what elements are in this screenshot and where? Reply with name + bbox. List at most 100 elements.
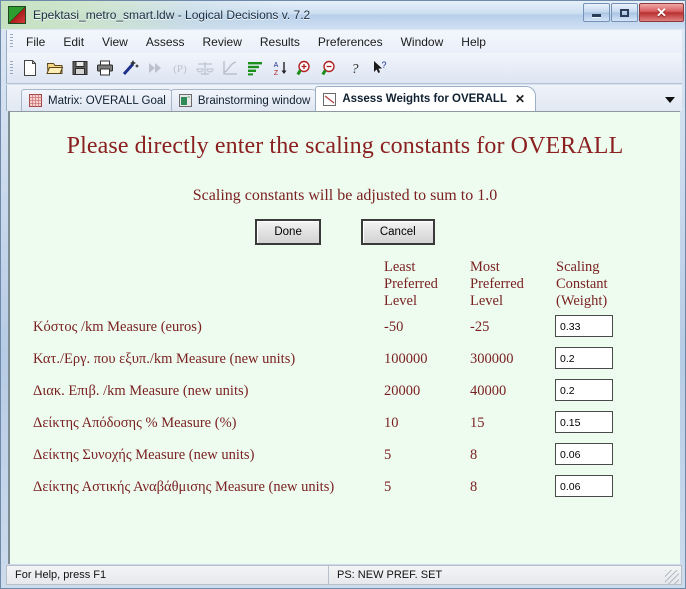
minimize-button[interactable] [583,3,610,22]
probability-p-icon: (P) [167,56,192,81]
column-header-most-preferred-level: Most Preferred Level [470,259,524,309]
svg-text:A: A [273,62,278,69]
save-disk-icon[interactable] [67,56,92,81]
menu-item-results[interactable]: Results [251,32,309,52]
magic-wand-icon[interactable] [117,56,142,81]
close-button[interactable]: ✕ [639,3,684,22]
menu-item-window[interactable]: Window [392,32,453,52]
svg-text:?: ? [381,60,386,70]
most-preferred-value: 40000 [470,383,507,399]
maximize-icon [620,8,629,17]
menu-item-review[interactable]: Review [194,32,251,52]
least-preferred-value: -50 [384,319,404,335]
measure-label: Δείκτης Απόδοσης % Measure (%) [33,415,237,431]
table-row: Δείκτης Απόδοσης % Measure (%) 10 15 [10,411,680,443]
app-logo-icon [8,6,26,24]
menu-item-view[interactable]: View [93,32,137,52]
table-row: Δείκτης Συνοχής Measure (new units) 5 8 [10,443,680,475]
table-header-row: Least Preferred Level Most Preferred Lev… [10,259,680,315]
menu-bar: File Edit View Assess Review Results Pre… [6,30,682,53]
done-button[interactable]: Done [255,219,321,245]
menu-item-preferences[interactable]: Preferences [309,32,392,52]
scaling-constant-input[interactable] [555,315,613,337]
application-window: Epektasi_metro_smart.ldw - Logical Decis… [0,0,686,589]
window-controls: ✕ [582,3,684,22]
table-row: Κατ./Εργ. που εξυπ./km Measure (new unit… [10,347,680,379]
red-line-chart-icon [323,92,337,106]
status-pref-set: PS: NEW PREF. SET [337,569,443,581]
menu-grip-handle[interactable] [10,34,13,49]
least-preferred-value: 5 [384,479,392,495]
zoom-out-icon[interactable] [317,56,342,81]
balance-scales-icon [192,56,217,81]
column-header-least-preferred-level: Least Preferred Level [384,259,438,309]
measure-label: Διακ. Επιβ. /km Measure (new units) [33,383,249,399]
page-subtitle: Scaling constants will be adjusted to su… [192,187,498,204]
menu-item-edit[interactable]: Edit [54,32,93,52]
table-row: Διακ. Επιβ. /km Measure (new units) 2000… [10,379,680,411]
resize-grip-icon[interactable] [665,570,679,584]
tab-close-icon[interactable]: ✕ [515,93,525,105]
tab-brainstorming-window[interactable]: Brainstorming window [170,89,322,111]
cancel-button[interactable]: Cancel [360,219,435,245]
assess-weights-panel: Please directly enter the scaling consta… [8,111,680,564]
status-bar: For Help, press F1 PS: NEW PREF. SET [6,565,682,585]
help-pointer-icon[interactable]: ? [367,56,392,81]
menu-item-assess[interactable]: Assess [137,32,194,52]
table-row: Δείκτης Αστικής Αναβάθμισης Measure (new… [10,475,680,507]
sort-az-icon[interactable]: A Z [267,56,292,81]
measure-label: Δείκτης Αστικής Αναβάθμισης Measure (new… [33,479,335,495]
most-preferred-value: -25 [470,319,490,335]
help-question-icon[interactable]: ? [342,56,367,81]
measure-label: Κατ./Εργ. που εξυπ./km Measure (new unit… [33,351,296,367]
scaling-constant-input[interactable] [555,443,613,465]
svg-text:?: ? [351,62,358,77]
title-bar: Epektasi_metro_smart.ldw - Logical Decis… [1,1,685,29]
scaling-constant-input[interactable] [555,475,613,497]
least-preferred-value: 5 [384,447,392,463]
toolbar: (P) A Z ? ? [6,53,682,84]
bar-chart-icon[interactable] [242,56,267,81]
new-document-icon[interactable] [17,56,42,81]
scaling-constant-input[interactable] [555,347,613,369]
most-preferred-value: 8 [470,447,478,463]
least-preferred-value: 100000 [384,351,428,367]
dialog-button-row: Done Cancel [10,219,680,245]
tab-label: Brainstorming window [197,94,311,107]
window-title: Epektasi_metro_smart.ldw - Logical Decis… [33,8,311,22]
table-row: Κόστος /km Measure (euros) -50 -25 [10,315,680,347]
svg-text:Z: Z [273,70,278,77]
tab-assess-weights-for-overall[interactable]: Assess Weights for OVERALL ✕ [315,86,537,111]
measure-label: Δείκτης Συνοχής Measure (new units) [33,447,255,463]
tab-matrix-overall-goal[interactable]: Matrix: OVERALL Goal [21,89,177,111]
maximize-button[interactable] [611,3,638,22]
scaling-constant-input[interactable] [555,411,613,433]
weights-table: Least Preferred Level Most Preferred Lev… [10,259,680,507]
tab-overflow-button[interactable] [658,89,682,111]
least-preferred-value: 10 [384,415,399,431]
menu-item-help[interactable]: Help [452,32,495,52]
green-window-icon [178,94,192,107]
scaling-constant-input[interactable] [555,379,613,401]
close-icon: ✕ [656,5,667,20]
measure-label: Κόστος /km Measure (euros) [33,319,202,335]
column-header-scaling-constant: Scaling Constant (Weight) [556,259,608,309]
most-preferred-value: 300000 [470,351,514,367]
status-help-text: For Help, press F1 [7,566,329,584]
most-preferred-value: 15 [470,415,485,431]
chevron-down-icon [665,97,675,103]
zoom-in-icon[interactable] [292,56,317,81]
print-icon[interactable] [92,56,117,81]
fast-forward-icon [142,56,167,81]
toolbar-grip-handle[interactable] [10,60,13,76]
page-title: Please directly enter the scaling consta… [66,133,624,159]
open-folder-icon[interactable] [42,56,67,81]
tab-label: Assess Weights for OVERALL [342,93,507,105]
tab-bar: Matrix: OVERALL Goal Brainstorming windo… [6,85,682,111]
least-preferred-value: 20000 [384,383,421,399]
menu-item-file[interactable]: File [17,32,54,52]
red-grid-icon [29,94,42,107]
tab-label: Matrix: OVERALL Goal [48,94,166,107]
svg-text:(P): (P) [173,63,187,75]
minimize-icon [592,13,601,17]
